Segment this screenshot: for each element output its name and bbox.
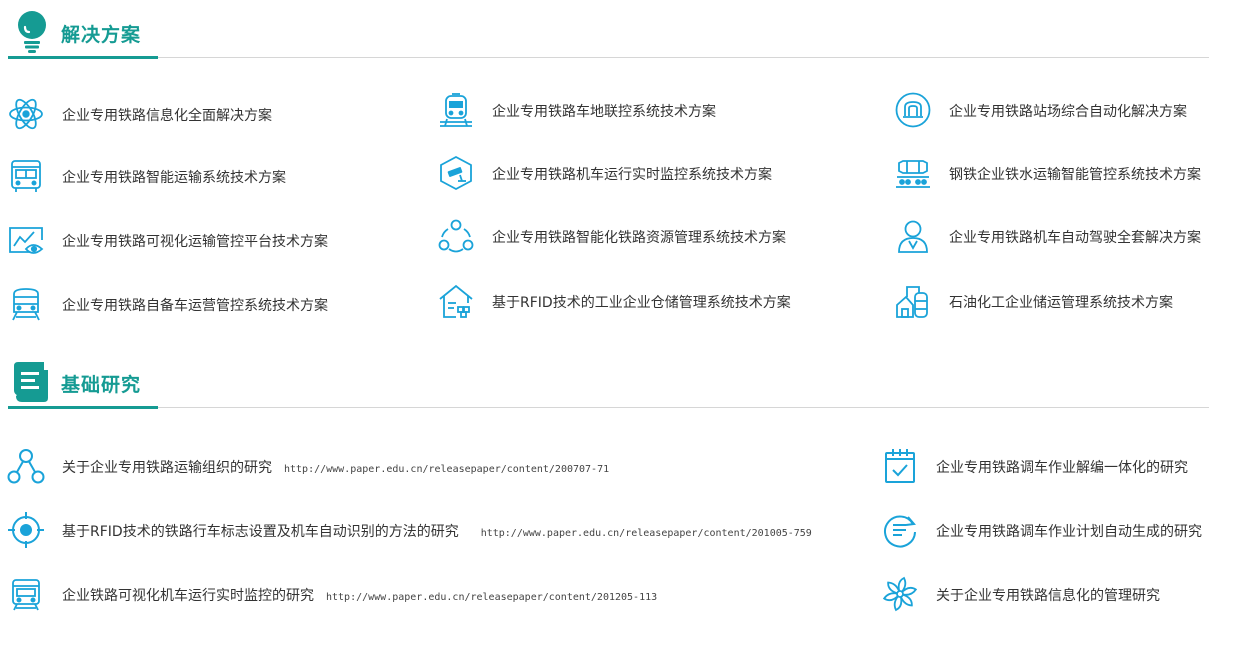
scroll-document-icon [14,362,48,402]
solution-item-label: 企业专用铁路信息化全面解决方案 [62,108,272,124]
research-item-label: 关于企业专用铁路运输组织的研究 http://www.paper.edu.cn/r… [62,460,610,476]
train-front-icon [440,93,472,127]
refresh-list-icon [884,515,916,548]
solution-item-label: 企业专用铁路自备车运营管控系统技术方案 [62,298,328,314]
solution-item-label: 基于RFID技术的工业企业仓储管理系统技术方案 [492,295,791,311]
solutions-header: 解决方案 [8,10,1209,59]
research-item-label: 基于RFID技术的铁路行车标志设置及机车自动识别的方法的研究 http://www… [62,524,812,540]
pinwheel-icon [882,576,918,612]
solution-item-label: 企业专用铁路可视化运输管控平台技术方案 [62,234,328,250]
solution-item-label: 钢铁企业铁水运输智能管控系统技术方案 [949,167,1201,183]
research-item-label: 企业专用铁路调车作业计划自动生成的研究 [936,524,1202,540]
research-header: 基础研究 [8,360,1209,409]
research-item-label: 企业铁路可视化机车运行实时监控的研究 http://www.paper.edu.c… [62,588,658,604]
solution-item-label: 企业专用铁路智能运输系统技术方案 [62,170,286,186]
research-url[interactable]: http://www.paper.edu.cn/releasepaper/con… [284,464,609,475]
network-nodes-icon [438,219,474,253]
research-item-label: 关于企业专用铁路信息化的管理研究 [936,588,1160,604]
solution-item-label: 企业专用铁路机车运行实时监控系统技术方案 [492,167,772,183]
warehouse-icon [439,284,473,318]
solution-item-label: 企业专用铁路站场综合自动化解决方案 [949,104,1187,120]
factory-tank-icon [896,286,928,318]
metro-logo-icon [895,92,931,128]
research-title: 基础研究 [61,374,142,396]
solution-item-label: 企业专用铁路智能化铁路资源管理系统技术方案 [492,230,786,246]
atom-icon [9,98,43,130]
solutions-divider [8,57,1209,58]
organization-icon [7,449,45,484]
solution-item-label: 企业专用铁路车地联控系统技术方案 [492,104,716,120]
solutions-accent-bar [8,56,158,59]
research-divider [8,407,1209,408]
calendar-check-icon [885,449,915,483]
tram-icon [12,579,40,611]
camera-shield-icon [440,155,472,191]
research-url[interactable]: http://www.paper.edu.cn/releasepaper/con… [326,592,657,603]
driver-user-icon [898,220,928,253]
bus-icon [11,160,41,192]
target-icon [8,512,44,548]
locomotive-icon [12,288,40,321]
research-url[interactable]: http://www.paper.edu.cn/releasepaper/con… [481,528,812,539]
research-item-label: 企业专用铁路调车作业解编一体化的研究 [936,460,1188,476]
solution-item-label: 石油化工企业储运管理系统技术方案 [949,295,1173,311]
monitor-eye-icon [9,227,44,254]
solution-item-label: 企业专用铁路机车自动驾驶全套解决方案 [949,230,1201,246]
solutions-title: 解决方案 [61,24,142,46]
ladle-car-icon [896,160,930,188]
lightbulb-icon [18,11,46,53]
research-accent-bar [8,406,158,409]
